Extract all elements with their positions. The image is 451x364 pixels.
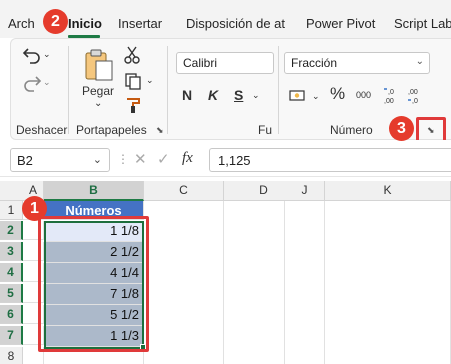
chevron-down-icon: ⌄ bbox=[415, 56, 424, 67]
paste-dropdown-icon[interactable]: ⌄ bbox=[94, 98, 102, 109]
font-name-select[interactable]: Calibri bbox=[176, 52, 274, 74]
ribbon-divider bbox=[278, 46, 279, 134]
tab-script-lab[interactable]: Script Lab bbox=[394, 16, 451, 31]
format-painter-icon[interactable] bbox=[124, 96, 142, 117]
underline-dropdown-icon[interactable]: ⌄ bbox=[252, 90, 260, 101]
bold-button[interactable]: N bbox=[182, 87, 192, 103]
formula-value: 1,125 bbox=[218, 153, 251, 168]
tab-inicio[interactable]: Inicio bbox=[68, 16, 102, 31]
paste-icon[interactable] bbox=[84, 48, 114, 85]
row-header-5[interactable]: 5 bbox=[0, 284, 23, 303]
callout-badge-3: 3 bbox=[389, 116, 414, 141]
redo-icon[interactable] bbox=[22, 74, 42, 95]
ribbon-divider bbox=[167, 46, 168, 134]
decrease-decimal-icon[interactable]: ,00,0 bbox=[406, 86, 426, 109]
paste-label[interactable]: Pegar bbox=[82, 84, 114, 98]
cells-column-d[interactable] bbox=[224, 201, 285, 364]
row-header-7[interactable]: 7 bbox=[0, 326, 23, 345]
underline-button[interactable]: S bbox=[234, 87, 243, 103]
cut-icon[interactable] bbox=[124, 46, 140, 67]
column-header-j[interactable]: J bbox=[285, 181, 325, 201]
number-format-value: Fracción bbox=[291, 56, 338, 70]
group-label-undo: Deshacer bbox=[16, 123, 68, 137]
redo-dropdown-icon[interactable]: ⌄ bbox=[43, 77, 51, 88]
callout-badge-2: 2 bbox=[43, 9, 68, 34]
cells-column-j[interactable] bbox=[285, 201, 325, 364]
copy-icon[interactable] bbox=[124, 72, 142, 93]
copy-dropdown-icon[interactable]: ⌄ bbox=[146, 75, 154, 86]
cancel-icon[interactable]: ✕ bbox=[134, 150, 147, 168]
accounting-format-icon[interactable] bbox=[289, 88, 309, 107]
column-header-c[interactable]: C bbox=[144, 181, 224, 201]
group-label-font: Fu bbox=[258, 123, 273, 137]
font-name-value: Calibri bbox=[183, 56, 218, 70]
row-header-8[interactable]: 8 bbox=[0, 347, 23, 364]
row-header-6[interactable]: 6 bbox=[0, 305, 23, 324]
highlight-selected-range bbox=[38, 216, 149, 352]
increase-decimal-icon[interactable]: ,0,00 bbox=[382, 86, 402, 109]
tab-archivo[interactable]: Arch bbox=[8, 16, 35, 31]
tab-insertar[interactable]: Insertar bbox=[118, 16, 162, 31]
accounting-dropdown-icon[interactable]: ⌄ bbox=[312, 91, 320, 102]
undo-icon[interactable] bbox=[22, 46, 42, 67]
insert-function-button[interactable]: fx bbox=[182, 150, 193, 167]
enter-icon[interactable]: ✓ bbox=[157, 150, 170, 168]
tab-power-pivot[interactable]: Power Pivot bbox=[306, 16, 375, 31]
svg-text:,00: ,00 bbox=[408, 89, 418, 96]
row-header-1[interactable]: 1 bbox=[0, 201, 23, 220]
italic-button[interactable]: K bbox=[208, 87, 218, 103]
formula-input[interactable]: 1,125 bbox=[209, 148, 451, 172]
svg-text:,0: ,0 bbox=[388, 89, 394, 96]
row-header-2[interactable]: 2 bbox=[0, 221, 23, 240]
svg-text:,00: ,00 bbox=[384, 98, 394, 105]
ribbon-divider bbox=[68, 46, 69, 134]
percent-style-button[interactable]: % bbox=[330, 84, 345, 104]
group-label-number: Número bbox=[330, 123, 373, 137]
name-box-value: B2 bbox=[17, 153, 33, 168]
thousands-separator-button[interactable]: 000 bbox=[356, 90, 371, 100]
undo-dropdown-icon[interactable]: ⌄ bbox=[43, 49, 51, 60]
tab-disposicion[interactable]: Disposición de at bbox=[186, 16, 285, 31]
drag-handle-icon[interactable]: ⋮ bbox=[117, 152, 129, 166]
name-box[interactable]: B2 ⌄ bbox=[10, 148, 110, 172]
column-header-k[interactable]: K bbox=[325, 181, 451, 201]
row-header-4[interactable]: 4 bbox=[0, 263, 23, 282]
svg-text:,0: ,0 bbox=[412, 98, 418, 105]
cells-column-c[interactable] bbox=[144, 201, 224, 364]
number-format-select[interactable]: Fracción ⌄ bbox=[284, 52, 430, 74]
row-header-3[interactable]: 3 bbox=[0, 242, 23, 261]
group-label-clipboard: Portapapeles bbox=[76, 123, 147, 137]
callout-badge-1: 1 bbox=[22, 196, 47, 221]
chevron-down-icon: ⌄ bbox=[92, 154, 102, 166]
cells-column-k[interactable] bbox=[325, 201, 451, 364]
column-header-b[interactable]: B bbox=[44, 181, 144, 201]
clipboard-launcher-icon[interactable]: ⬊ bbox=[156, 125, 164, 136]
